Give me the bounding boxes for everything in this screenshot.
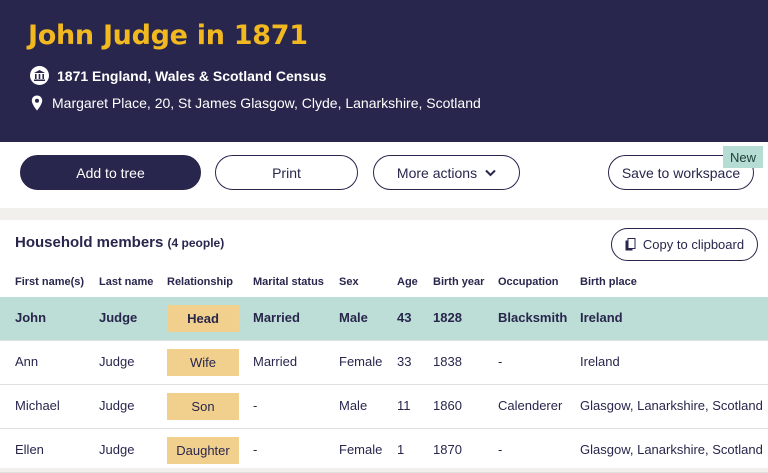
table-row[interactable]: Michael Judge Son - Male 11 1860 Calende… <box>0 385 768 429</box>
marital-status-cell: Married <box>253 310 300 325</box>
sex-cell: Male <box>339 398 368 413</box>
first-name-link[interactable]: Ann <box>15 354 38 369</box>
relationship-tag: Daughter <box>167 437 239 464</box>
census-building-icon <box>30 66 49 85</box>
household-panel: Household members (4 people) Copy to cli… <box>0 220 768 473</box>
first-name-link[interactable]: Ellen <box>15 442 44 457</box>
copy-to-clipboard-button[interactable]: Copy to clipboard <box>611 228 758 261</box>
column-header-occupation[interactable]: Occupation <box>498 276 559 288</box>
column-header-relationship[interactable]: Relationship <box>167 276 233 288</box>
new-badge: New <box>723 146 763 168</box>
occupation-cell: Blacksmith <box>498 310 568 325</box>
relationship-tag: Wife <box>167 349 239 376</box>
first-name-link[interactable]: John <box>15 310 46 325</box>
column-header-birth-year[interactable]: Birth year <box>433 276 484 288</box>
age-cell: 1 <box>397 442 405 457</box>
census-source: 1871 England, Wales & Scotland Census <box>30 66 326 85</box>
record-location: Margaret Place, 20, St James Glasgow, Cl… <box>30 94 481 112</box>
occupation-cell: Calenderer <box>498 398 563 413</box>
last-name-cell: Judge <box>99 354 135 369</box>
birth-place-cell: Ireland <box>580 354 620 369</box>
age-cell: 11 <box>397 398 411 413</box>
column-header-birth-place[interactable]: Birth place <box>580 276 637 288</box>
household-count: (4 people) <box>167 236 225 250</box>
first-name-link[interactable]: Michael <box>15 398 60 413</box>
birth-year-cell: 1828 <box>433 310 462 325</box>
table-row[interactable]: Ann Judge Wife Married Female 33 1838 - … <box>0 341 768 385</box>
sex-cell: Female <box>339 442 383 457</box>
relationship-tag: Son <box>167 393 239 420</box>
table-row[interactable]: Ellen Judge Daughter - Female 1 1870 - G… <box>0 429 768 473</box>
last-name-cell: Judge <box>99 398 135 413</box>
clipboard-icon <box>625 238 636 251</box>
map-pin-icon <box>30 94 44 112</box>
chevron-down-icon <box>485 169 496 177</box>
birth-year-cell: 1838 <box>433 354 462 369</box>
sex-cell: Male <box>339 310 368 325</box>
relationship-tag: Head <box>167 305 239 332</box>
page-title: John Judge in 1871 <box>28 20 308 51</box>
column-header-sex[interactable]: Sex <box>339 276 359 288</box>
occupation-cell: - <box>498 354 503 369</box>
age-cell: 33 <box>397 354 412 369</box>
location-label: Margaret Place, 20, St James Glasgow, Cl… <box>52 95 481 111</box>
birth-year-cell: 1870 <box>433 442 462 457</box>
birth-place-cell: Ireland <box>580 310 623 325</box>
column-header-age[interactable]: Age <box>397 276 418 288</box>
column-header-marital-status[interactable]: Marital status <box>253 276 324 288</box>
census-label: 1871 England, Wales & Scotland Census <box>57 67 327 84</box>
last-name-cell: Judge <box>99 442 135 457</box>
add-to-tree-button[interactable]: Add to tree <box>20 155 201 190</box>
column-header-first-name[interactable]: First name(s) <box>15 276 84 288</box>
birth-place-cell: Glasgow, Lanarkshire, Scotland <box>580 442 763 457</box>
occupation-cell: - <box>498 442 503 457</box>
marital-status-cell: - <box>253 398 258 413</box>
marital-status-cell: Married <box>253 354 298 369</box>
table-row[interactable]: John Judge Head Married Male 43 1828 Bla… <box>0 297 768 341</box>
record-header: John Judge in 1871 1871 England, Wales &… <box>0 0 768 142</box>
print-button[interactable]: Print <box>215 155 358 190</box>
column-header-last-name[interactable]: Last name <box>99 276 153 288</box>
last-name-cell: Judge <box>99 310 138 325</box>
birth-place-cell: Glasgow, Lanarkshire, Scotland <box>580 398 763 413</box>
more-actions-button[interactable]: More actions <box>373 155 520 190</box>
birth-year-cell: 1860 <box>433 398 462 413</box>
household-title: Household members (4 people) <box>15 234 225 251</box>
age-cell: 43 <box>397 310 412 325</box>
marital-status-cell: - <box>253 442 258 457</box>
sex-cell: Female <box>339 354 383 369</box>
